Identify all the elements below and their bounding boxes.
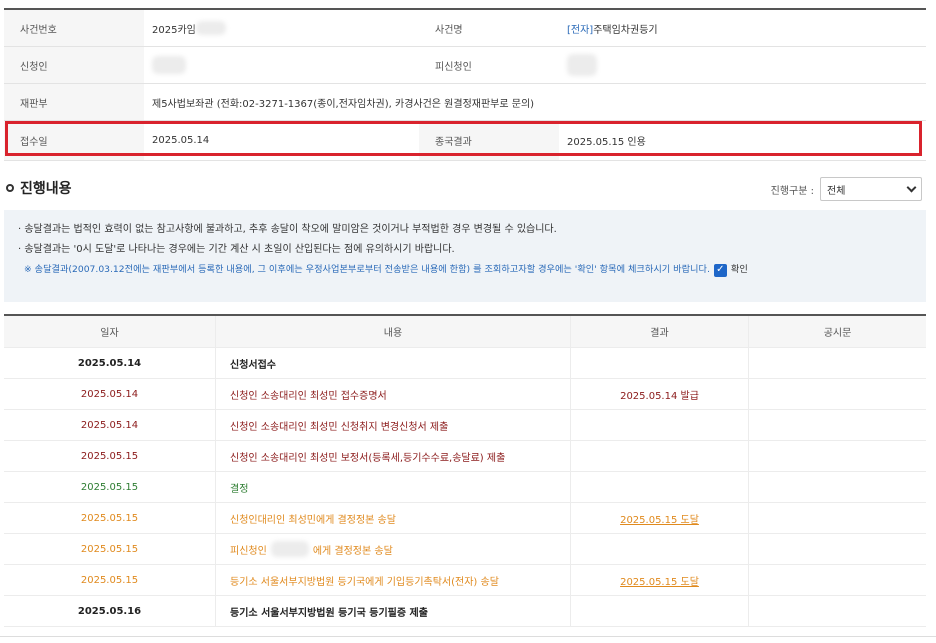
case-name-tag: [전자] [567,24,594,36]
row-result: 2025.05.14 발급 [571,379,749,409]
table-header: 일자 내용 결과 공시문 [4,316,926,348]
row-content: 신청인 소송대리인 최성민 접수증명서 [216,379,571,409]
redacted-case-number [195,21,226,35]
progress-table: 일자 내용 결과 공시문 2025.05.14 신청서접수 2025.05.14 신청… [4,314,926,627]
filter-select-value: 전체 [827,185,846,197]
header-content: 내용 [216,316,571,347]
row-notice [749,565,926,595]
row-result [571,441,749,471]
court-label: 재판부 [4,84,144,120]
filter-select[interactable]: 전체 [820,177,922,201]
header-notice: 공시문 [823,328,852,339]
table-row: 2025.05.16 등기소 서울서부지방법원 등기국 등기필증 제출 [4,596,926,627]
row-date: 2025.05.15 [4,503,216,533]
delivery-result-link[interactable]: 2025.05.15 도달 [620,511,699,526]
row-content: 등기소 서울서부지방법원 등기국에게 기입등기촉탁서(전자) 송달 [216,565,571,595]
row-result: 2025.05.15 도달 [571,503,749,533]
row-result [571,534,749,564]
respondent-value [559,47,926,83]
filter-label: 진행구분 : [770,185,814,197]
redacted-applicant [152,56,186,74]
row-result [571,596,749,626]
row-result [571,472,749,502]
row-notice [749,410,926,440]
progress-filter: 진행구분 : 전체 [771,177,922,201]
court-value: 제5사법보좌관 (전화:02-3271-1367(종이,전자임차권), 카경사건… [152,98,535,110]
row-notice [749,472,926,502]
case-name-label: 사건명 [419,10,559,46]
row-content: 등기소 서울서부지방법원 등기국 등기필증 제출 [216,596,571,626]
row-date: 2025.05.14 [4,410,216,440]
notice-box: · 송달결과는 법적인 효력이 없는 참고사항에 불과하고, 추후 송달이 착오… [4,210,926,302]
table-row: 2025.05.14 신청인 소송대리인 최성민 신청취지 변경신청서 제출 [4,410,926,441]
row-notice [749,348,926,378]
result-label: 종국결과 [419,121,559,160]
notice-line-1: · 송달결과는 법적인 효력이 없는 참고사항에 불과하고, 추후 송달이 착오… [18,224,557,235]
row-result [571,348,749,378]
row-content: 피신청인 에게 결정정본 송달 [216,534,571,564]
received-row: 접수일 2025.05.14 종국결과 2025.05.15 인용 [4,121,926,161]
chevron-down-icon [906,182,917,192]
table-row: 2025.05.15 신청인대리인 최성민에게 결정정본 송달 2025.05.15… [4,503,926,534]
notice-line-3: ※ 송달결과(2007.03.12전에는 재판부에서 등록한 내용에, 그 이후… [18,260,912,280]
case-number-row: 사건번호 2025카임 사건명 [전자] 주택임차권등기 [4,10,926,47]
row-date: 2025.05.15 [4,472,216,502]
divider [0,636,936,637]
row-date: 2025.05.15 [4,441,216,471]
table-row: 2025.05.14 신청서접수 [4,348,926,379]
row-content: 결정 [216,472,571,502]
row-notice [749,596,926,626]
row-date: 2025.05.15 [4,565,216,595]
row-notice [749,379,926,409]
row-result: 2025.05.15 도달 [571,565,749,595]
row-notice [749,441,926,471]
header-result: 결과 [571,316,749,347]
table-body: 2025.05.14 신청서접수 2025.05.14 신청인 소송대리인 최성민 접… [4,348,926,627]
section-title: 진행내용 [6,178,72,198]
table-row: 2025.05.15 신청인 소송대리인 최성민 보정서(등록세,등기수수료,송달… [4,441,926,472]
applicant-label: 신청인 [4,47,144,83]
case-name-value: [전자] 주택임차권등기 [559,10,926,46]
row-content: 신청인 소송대리인 최성민 보정서(등록세,등기수수료,송달료) 제출 [216,441,571,471]
table-row: 2025.05.15 등기소 서울서부지방법원 등기국에게 기입등기촉탁서(전자)… [4,565,926,596]
redacted-respondent [567,54,597,76]
row-date: 2025.05.14 [4,348,216,378]
applicant-row: 신청인 피신청인 [4,47,926,84]
table-row: 2025.05.14 신청인 소송대리인 최성민 접수증명서 2025.05.14 … [4,379,926,410]
notice-line-2: · 송달결과는 '0시 도달'로 나타나는 경우에는 기간 계산 시 초일이 산… [18,244,455,255]
case-number-label: 사건번호 [4,10,144,46]
row-date: 2025.05.15 [4,534,216,564]
row-result [571,410,749,440]
table-row: 2025.05.15 피신청인 에게 결정정본 송달 [4,534,926,565]
received-label: 접수일 [4,121,144,160]
respondent-label: 피신청인 [419,47,559,83]
result-value: 2025.05.15 인용 [567,137,646,148]
header-date: 일자 [4,316,216,347]
row-date: 2025.05.16 [4,596,216,626]
applicant-value [144,47,419,83]
confirm-checkbox[interactable]: ✓ [713,263,727,277]
row-notice [749,534,926,564]
court-row: 재판부 제5사법보좌관 (전화:02-3271-1367(종이,전자임차권), … [4,84,926,121]
redacted-name [270,541,309,557]
row-date: 2025.05.14 [4,379,216,409]
bullet-circle-icon [6,184,14,192]
table-row: 2025.05.15 결정 [4,472,926,503]
case-info-table: 사건번호 2025카임 사건명 [전자] 주택임차권등기 신청인 피신청인 재판부… [4,8,926,161]
row-notice [749,503,926,533]
row-content: 신청인 소송대리인 최성민 신청취지 변경신청서 제출 [216,410,571,440]
row-content: 신청서접수 [216,348,571,378]
case-number-value: 2025카임 [144,10,419,46]
received-value: 2025.05.14 [152,135,210,146]
confirm-label: 확인 [730,264,748,275]
row-content: 신청인대리인 최성민에게 결정정본 송달 [216,503,571,533]
delivery-result-link[interactable]: 2025.05.15 도달 [620,573,699,588]
